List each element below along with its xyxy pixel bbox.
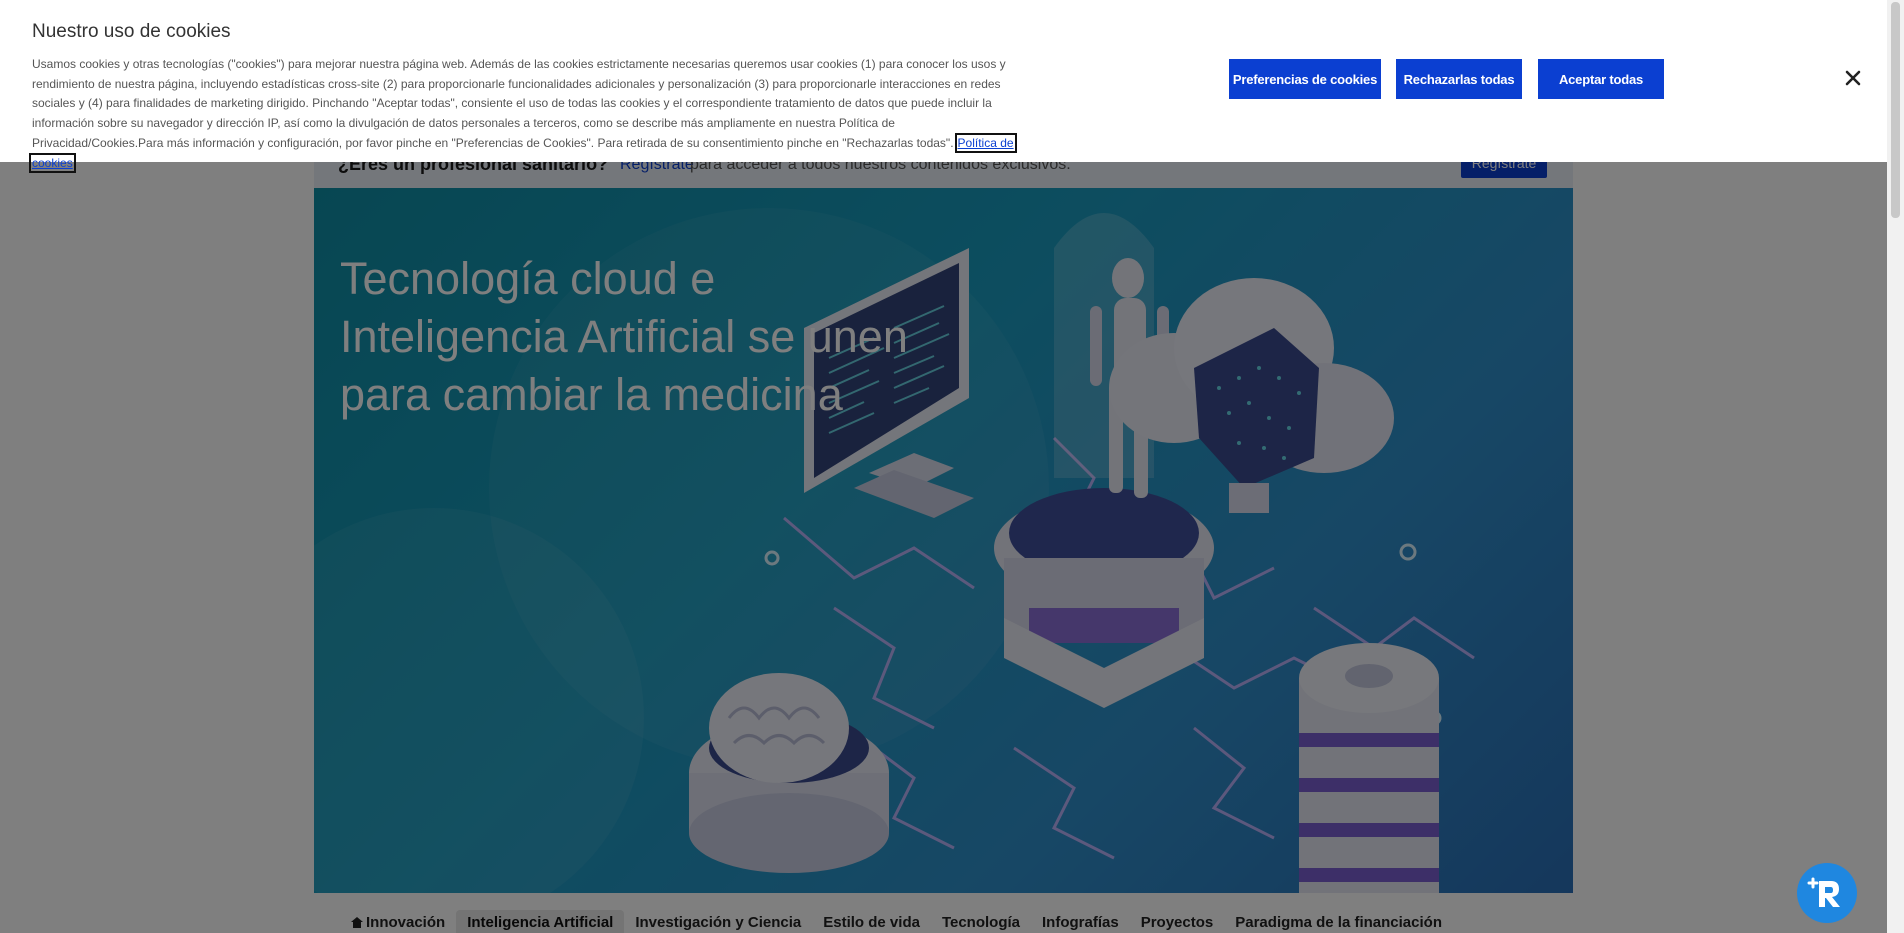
page-scrollbar[interactable] xyxy=(1887,0,1904,933)
cookie-banner-text: Usamos cookies y otras tecnologías ("coo… xyxy=(29,55,1022,173)
reject-all-cookies-button[interactable]: Rechazarlas todas xyxy=(1396,59,1522,99)
cookie-banner-body: Usamos cookies y otras tecnologías ("coo… xyxy=(32,57,1006,150)
scrollbar-thumb[interactable] xyxy=(1891,2,1900,218)
chat-assistant-icon xyxy=(1807,877,1840,907)
close-icon[interactable] xyxy=(1843,68,1863,88)
cookie-preferences-button[interactable]: Preferencias de cookies xyxy=(1229,59,1381,99)
accept-all-cookies-button[interactable]: Aceptar todas xyxy=(1538,59,1664,99)
cookie-banner-title: Nuestro uso de cookies xyxy=(32,21,231,42)
chat-assistant-button[interactable] xyxy=(1797,863,1857,923)
cookie-banner: Nuestro uso de cookies Usamos cookies y … xyxy=(0,0,1887,173)
